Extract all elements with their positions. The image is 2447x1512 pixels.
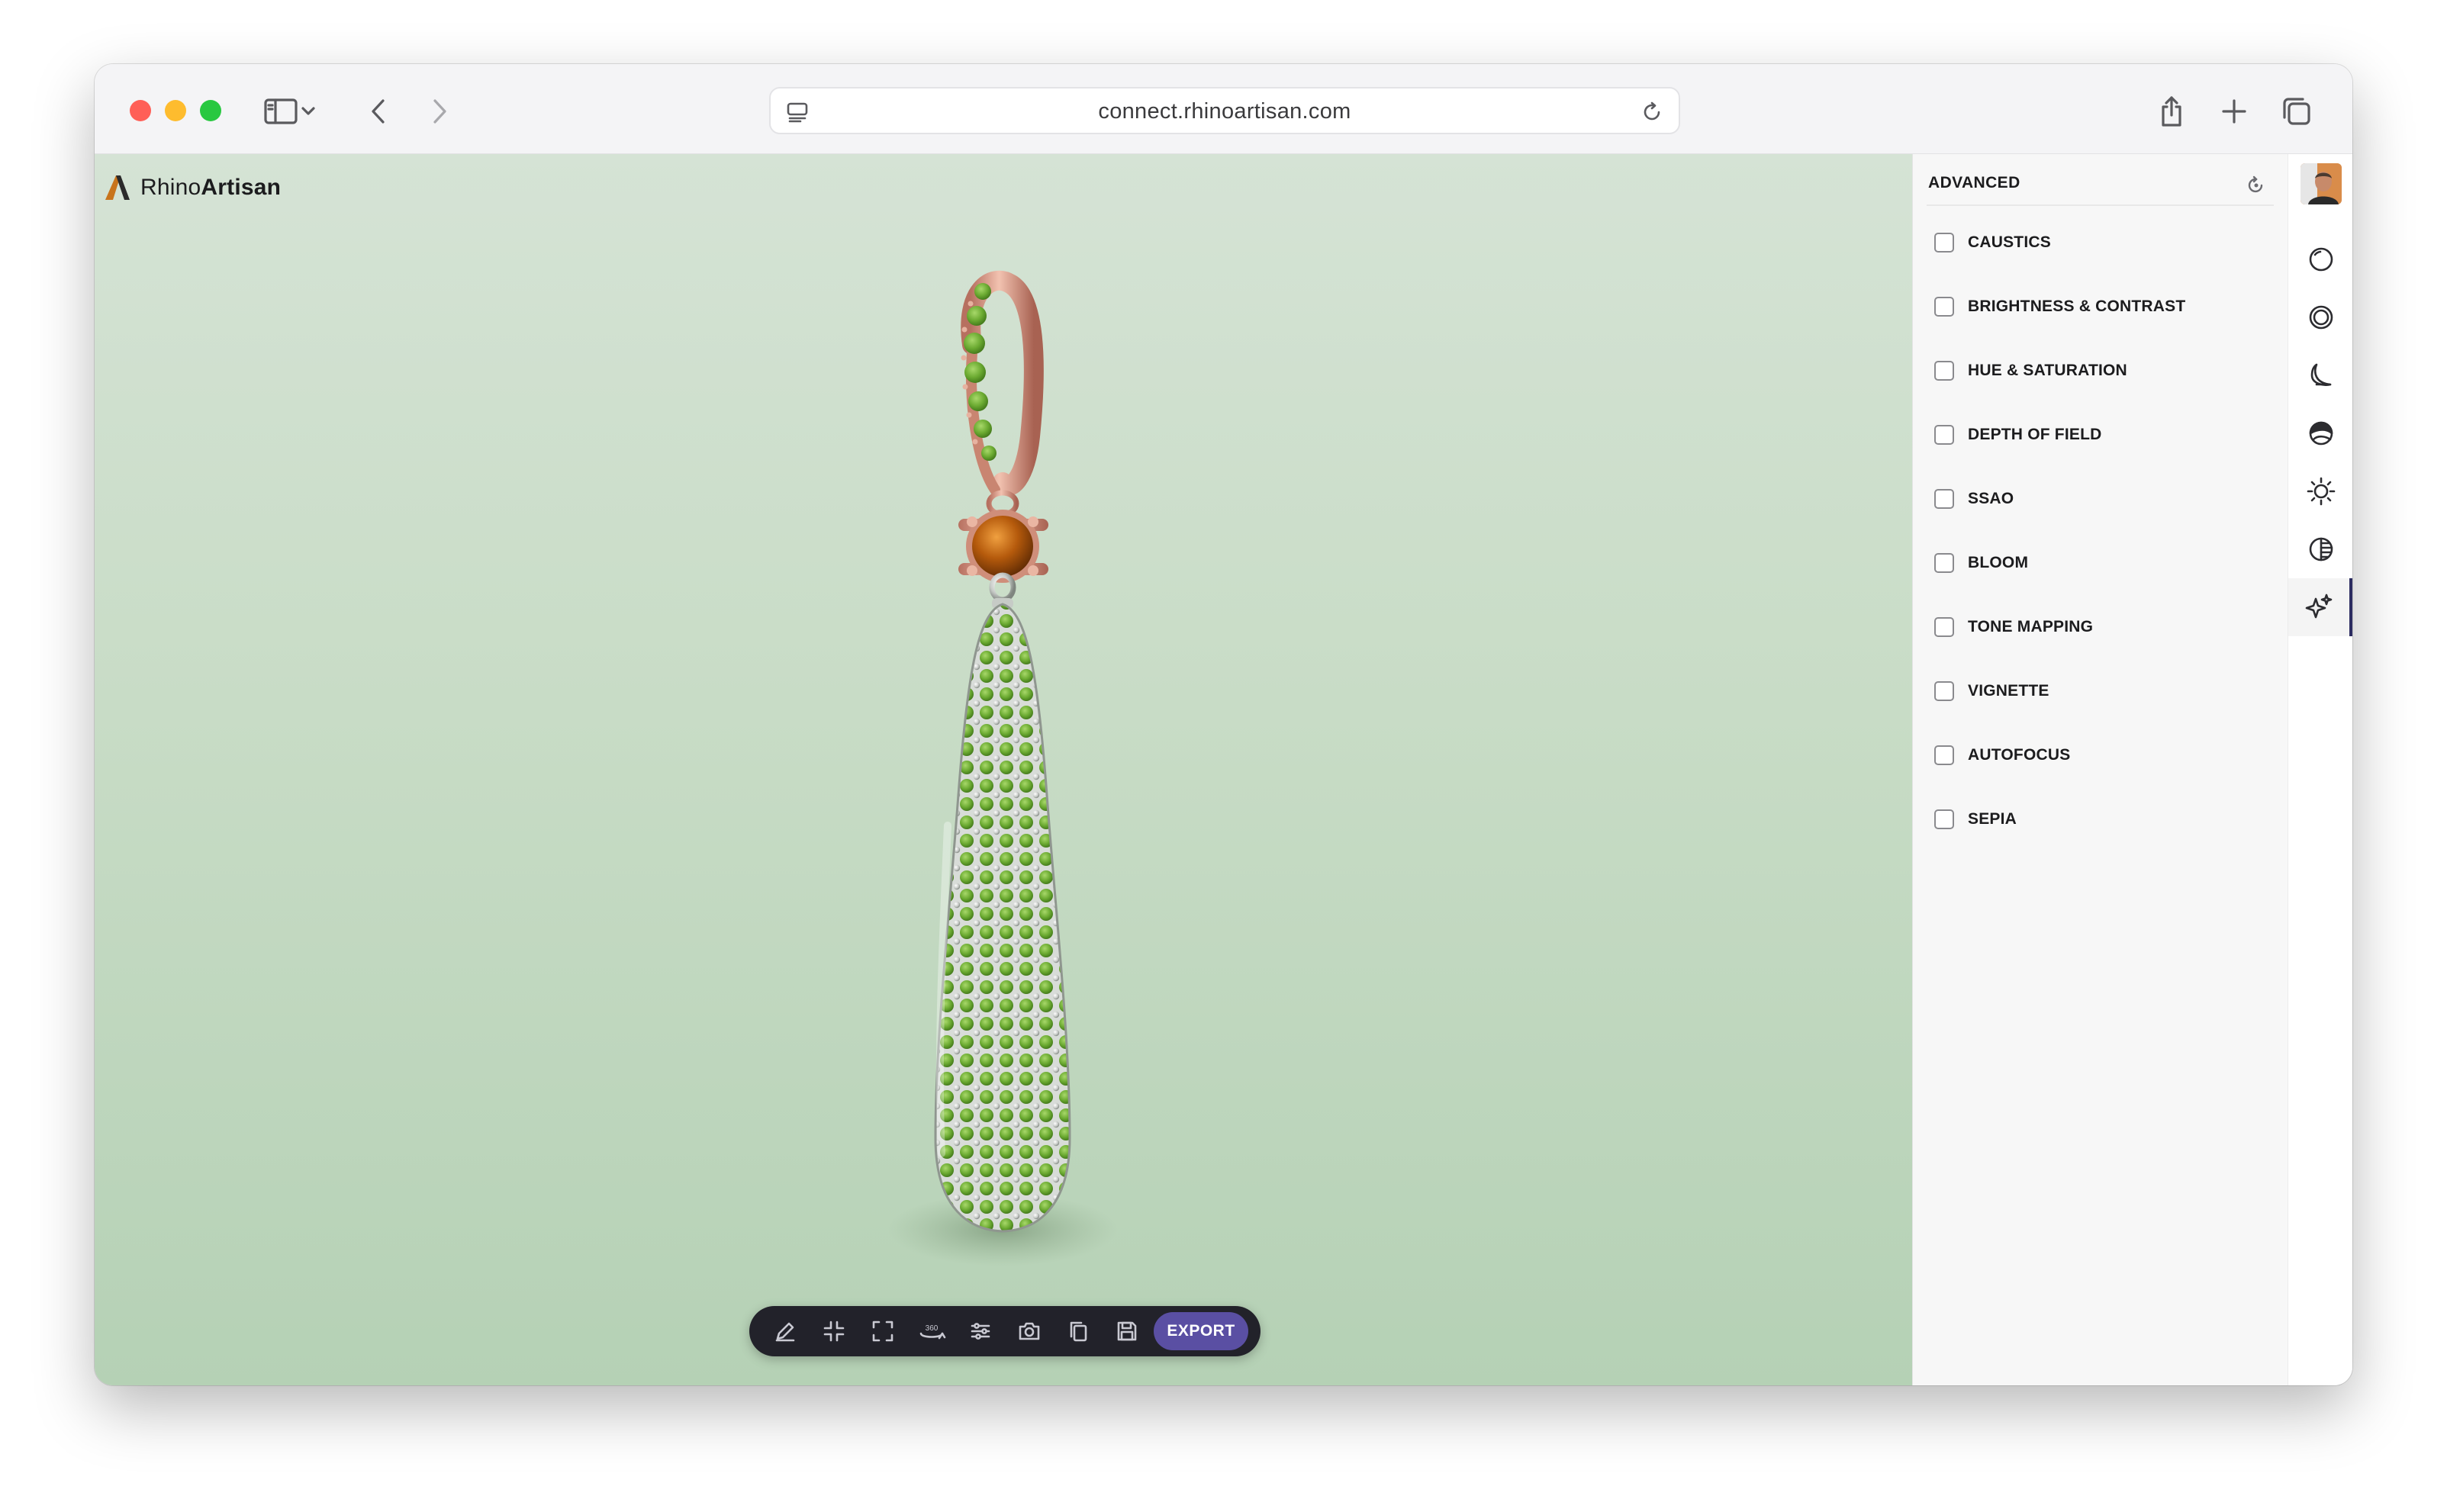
3d-viewport[interactable]: RhinoArtisan 360 EXPORT	[95, 154, 1912, 1385]
option-label: HUE & SATURATION	[1968, 362, 2127, 379]
shrink-icon[interactable]	[815, 1313, 853, 1350]
option-label: SSAO	[1968, 490, 2014, 507]
share-icon[interactable]	[2150, 90, 2193, 133]
address-bar[interactable]: connect.rhinoartisan.com	[769, 87, 1680, 134]
option-depth-of-field[interactable]: DEPTH OF FIELD	[1934, 420, 2101, 450]
option-label: TONE MAPPING	[1968, 618, 2094, 635]
advanced-effects-icon[interactable]	[2288, 578, 2352, 636]
option-autofocus[interactable]: AUTOFOCUS	[1934, 740, 2070, 770]
option-ssao[interactable]: SSAO	[1934, 484, 2014, 514]
url-text: connect.rhinoartisan.com	[1098, 99, 1351, 124]
rhino-logo-icon	[105, 175, 130, 200]
avatar[interactable]	[2301, 163, 2342, 204]
right-rail	[2288, 154, 2352, 1385]
option-sepia[interactable]: SEPIA	[1934, 804, 2017, 835]
zoom-window-button[interactable]	[200, 100, 221, 121]
option-bloom[interactable]: BLOOM	[1934, 548, 2028, 578]
close-window-button[interactable]	[130, 100, 151, 121]
export-button[interactable]: EXPORT	[1154, 1312, 1248, 1350]
option-label: VIGNETTE	[1968, 682, 2049, 700]
tab-overview-icon[interactable]	[2275, 90, 2318, 133]
checkbox[interactable]	[1934, 745, 1954, 765]
camera-icon[interactable]	[1010, 1313, 1048, 1350]
option-label: BRIGHTNESS & CONTRAST	[1968, 298, 2186, 315]
edit-icon[interactable]	[766, 1313, 804, 1350]
svg-text:360: 360	[926, 1324, 939, 1333]
option-caustics[interactable]: CAUSTICS	[1934, 227, 2051, 258]
shadow-icon[interactable]	[2288, 346, 2352, 404]
option-label: AUTOFOCUS	[1968, 746, 2071, 764]
save-icon[interactable]	[1108, 1313, 1146, 1350]
checkbox[interactable]	[1934, 361, 1954, 381]
forward-icon[interactable]	[418, 90, 461, 133]
panel-title: ADVANCED	[1928, 174, 2020, 191]
new-tab-icon[interactable]	[2213, 90, 2255, 133]
lighting-icon[interactable]	[2288, 462, 2352, 520]
viewer-toolbar: 360 EXPORT	[749, 1306, 1261, 1356]
checkbox[interactable]	[1934, 233, 1954, 253]
browser-window: connect.rhinoartisan.com RhinoArtisan 36…	[95, 64, 2352, 1385]
panel-header: ADVANCED	[1927, 163, 2274, 206]
option-label: SEPIA	[1968, 810, 2017, 828]
checkbox[interactable]	[1934, 681, 1954, 701]
contrast-icon[interactable]	[2288, 520, 2352, 578]
scene-icon[interactable]	[2288, 404, 2352, 462]
material-icon[interactable]	[2288, 230, 2352, 288]
pendant-model[interactable]	[858, 246, 1148, 1352]
checkbox[interactable]	[1934, 553, 1954, 573]
option-label: CAUSTICS	[1968, 233, 2051, 251]
advanced-panel: ADVANCED CAUSTICS BRIGHTNESS & CONTRAST …	[1912, 154, 2288, 1385]
browser-toolbar: connect.rhinoartisan.com	[95, 64, 2352, 154]
user-avatar-icon	[2301, 163, 2342, 204]
checkbox[interactable]	[1934, 617, 1954, 637]
copy-icon[interactable]	[1059, 1313, 1097, 1350]
option-hue-saturation[interactable]: HUE & SATURATION	[1934, 355, 2127, 386]
option-vignette[interactable]: VIGNETTE	[1934, 676, 2049, 706]
checkbox[interactable]	[1934, 297, 1954, 317]
minimize-window-button[interactable]	[165, 100, 186, 121]
back-icon[interactable]	[357, 90, 400, 133]
option-tone-mapping[interactable]: TONE MAPPING	[1934, 612, 2093, 642]
option-brightness-contrast[interactable]: BRIGHTNESS & CONTRAST	[1934, 291, 2185, 322]
sliders-icon[interactable]	[961, 1313, 1000, 1350]
checkbox[interactable]	[1934, 809, 1954, 829]
rotate-360-icon[interactable]: 360	[913, 1313, 951, 1350]
brand-name: RhinoArtisan	[140, 175, 282, 200]
option-label: DEPTH OF FIELD	[1968, 426, 2102, 443]
checkbox[interactable]	[1934, 489, 1954, 509]
chevron-down-icon[interactable]	[293, 90, 324, 133]
option-label: BLOOM	[1968, 554, 2029, 571]
reset-icon[interactable]	[2245, 174, 2268, 197]
expand-icon[interactable]	[864, 1313, 902, 1350]
checkbox[interactable]	[1934, 425, 1954, 445]
environment-icon[interactable]	[2288, 288, 2352, 346]
reload-icon[interactable]	[1633, 91, 1671, 134]
brand-logo: RhinoArtisan	[102, 169, 281, 206]
